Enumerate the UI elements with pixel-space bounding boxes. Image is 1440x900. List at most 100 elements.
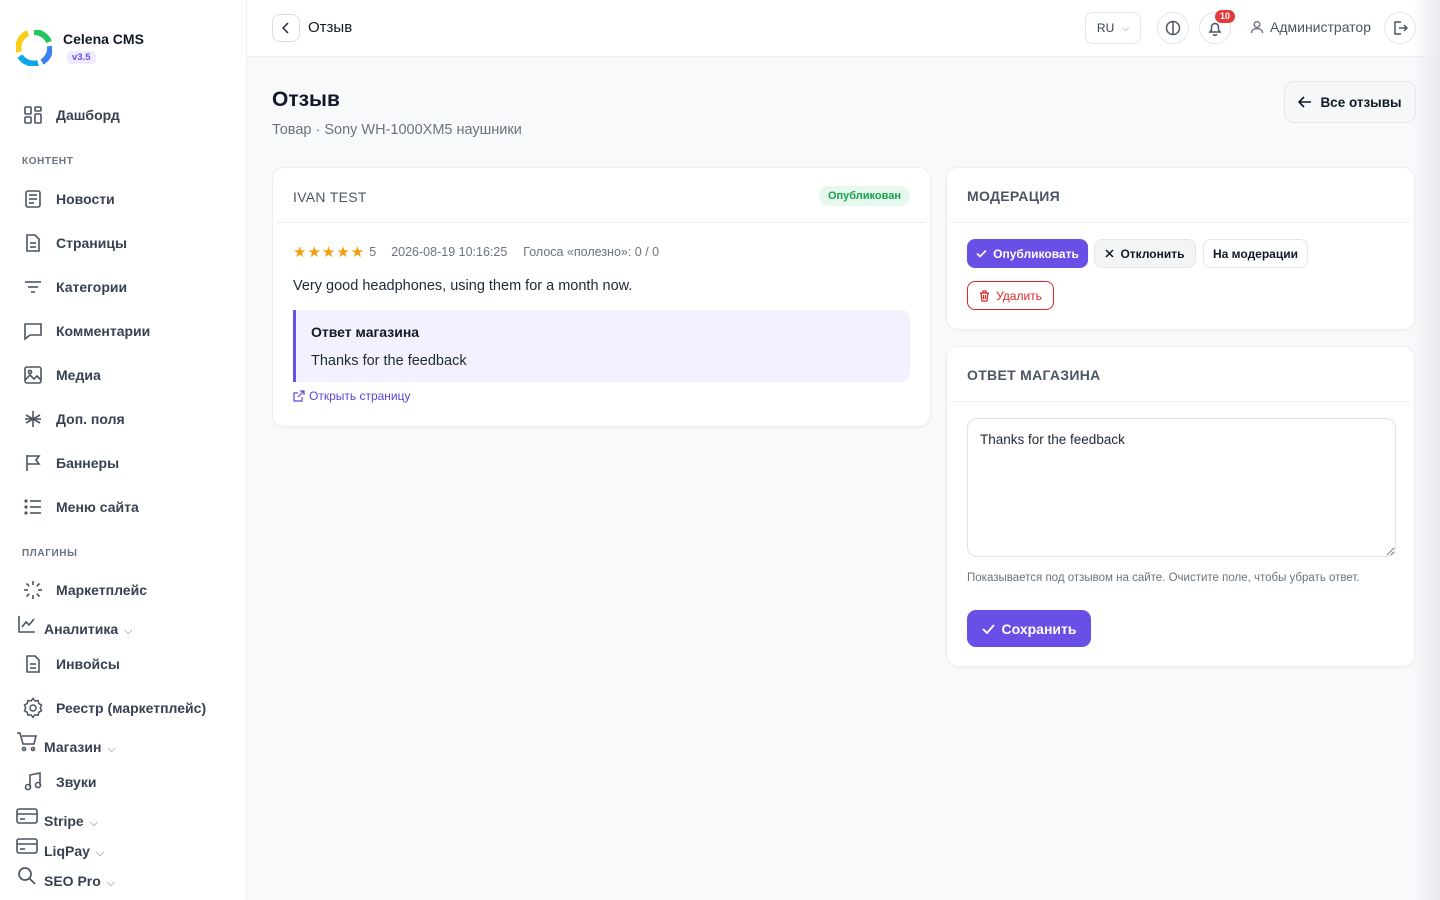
chevron-down-icon: ⌵ — [107, 742, 116, 755]
external-link-icon — [293, 390, 305, 402]
rating-value: 5 — [369, 245, 377, 259]
sidebar-item-site-menu[interactable]: Меню сайта — [22, 495, 139, 519]
sidebar-item-categories[interactable]: Категории — [22, 275, 127, 299]
sidebar-item-label: Доп. поля — [56, 411, 125, 427]
sidebar-item-dashboard[interactable]: Дашборд — [22, 103, 120, 127]
top-bar: Отзыв RU ⌵ 10 Администратор — [247, 0, 1440, 57]
delete-label: Удалить — [996, 288, 1042, 303]
open-page-link[interactable]: Открыть страницу — [293, 389, 411, 403]
moderation-card-header: МОДЕРАЦИЯ — [951, 168, 1410, 223]
sidebar-item-label: Аналитика — [44, 620, 119, 637]
header-title: Отзыв — [308, 19, 353, 36]
sidebar-item-marketplace[interactable]: Маркетплейс — [22, 578, 147, 602]
news-icon — [22, 188, 44, 210]
review-author: IVAN TEST — [293, 189, 367, 205]
review-date: 2026-08-19 10:16:25 — [391, 245, 508, 259]
sidebar-item-news[interactable]: Новости — [22, 187, 115, 211]
status-badge: Опубликован — [818, 186, 910, 206]
review-card-header: IVAN TEST Опубликован — [277, 168, 926, 223]
sidebar-item-registry[interactable]: Реестр (маркетплейс) — [22, 696, 206, 720]
sidebar-item-pages[interactable]: Страницы — [22, 231, 127, 255]
user-menu[interactable]: Администратор — [1250, 19, 1371, 35]
sidebar-item-label: Категории — [56, 279, 128, 295]
publish-label: Опубликовать — [993, 246, 1079, 261]
sidebar-item-label: Stripe — [44, 812, 84, 829]
search-icon — [16, 865, 38, 887]
close-icon — [1105, 249, 1114, 258]
sidebar: Celena CMS v3.5 Дашборд КОНТЕНТ Новости … — [0, 0, 247, 900]
page-subtitle: Товар · Sony WH-1000XM5 наушники — [272, 122, 522, 138]
sidebar-item-invoices[interactable]: Инвойсы — [22, 652, 120, 676]
chevron-down-icon: ⌵ — [89, 816, 99, 829]
chevron-down-icon: ⌵ — [95, 846, 105, 859]
language-value: RU — [1096, 21, 1115, 35]
save-label: Сохранить — [1001, 620, 1077, 637]
trash-icon — [980, 289, 990, 302]
check-icon — [976, 249, 987, 258]
scroll-shadow — [1412, 0, 1440, 900]
sidebar-item-seo-pro[interactable]: SEO Pro ⌵ — [16, 864, 116, 889]
flag-icon — [22, 452, 44, 474]
contrast-icon — [1165, 20, 1181, 36]
helpful-votes: Голоса «полезно»: 0 / 0 — [523, 245, 660, 259]
brand[interactable]: Celena CMS v3.5 — [16, 30, 144, 66]
dashboard-icon — [22, 104, 44, 126]
sidebar-item-analytics[interactable]: Аналитика ⌵ — [16, 612, 133, 637]
reject-label: Отклонить — [1120, 246, 1185, 261]
all-reviews-button[interactable]: Все отзывы — [1284, 81, 1416, 123]
chevron-down-icon: ⌵ — [106, 876, 116, 889]
sidebar-item-label: LiqPay — [44, 842, 90, 859]
brand-name: Celena CMS — [63, 31, 144, 47]
sidebar-item-label: Комментарии — [56, 323, 151, 339]
sidebar-item-liqpay[interactable]: LiqPay ⌵ — [16, 834, 105, 859]
pending-button[interactable]: На модерации — [1203, 239, 1308, 268]
version-badge: v3.5 — [67, 51, 96, 64]
sidebar-item-label: Звуки — [56, 774, 97, 790]
sidebar-item-shop[interactable]: Магазин ⌵ — [16, 730, 116, 755]
gear-icon — [22, 697, 44, 719]
section-plugins: ПЛАГИНЫ — [22, 548, 78, 559]
comment-icon — [22, 320, 44, 342]
sidebar-item-extra-fields[interactable]: Доп. поля — [22, 407, 125, 431]
delete-button[interactable]: Удалить — [967, 281, 1054, 310]
reject-button[interactable]: Отклонить — [1094, 239, 1196, 268]
store-reply-card-header: ОТВЕТ МАГАЗИНА — [951, 347, 1410, 402]
sidebar-item-stripe[interactable]: Stripe ⌵ — [16, 804, 99, 829]
cart-icon — [16, 731, 38, 753]
review-card: IVAN TEST Опубликован ★★★★★ 5 2026-08-19… — [272, 167, 931, 427]
store-reply-box: Ответ магазина Thanks for the feedback — [293, 310, 910, 382]
chevron-down-icon: ⌵ — [1122, 22, 1130, 33]
open-page-label: Открыть страницу — [309, 389, 411, 403]
page-icon — [22, 232, 44, 254]
user-name: Администратор — [1270, 19, 1372, 35]
notification-count-badge: 10 — [1214, 10, 1235, 23]
section-content: КОНТЕНТ — [22, 156, 74, 167]
celena-logo-icon — [16, 30, 52, 66]
card-icon — [16, 835, 38, 857]
logout-icon — [1394, 21, 1408, 35]
sidebar-item-sounds[interactable]: Звуки — [22, 770, 96, 794]
chevron-left-icon — [281, 22, 289, 34]
sidebar-item-media[interactable]: Медиа — [22, 363, 101, 387]
sidebar-item-comments[interactable]: Комментарии — [22, 319, 150, 343]
store-reply-textarea[interactable]: Thanks for the feedback — [967, 418, 1396, 557]
chevron-down-icon: ⌵ — [124, 624, 133, 637]
save-button[interactable]: Сохранить — [967, 610, 1091, 647]
language-select[interactable]: RU ⌵ — [1085, 12, 1141, 44]
store-reply-form-title: ОТВЕТ МАГАЗИНА — [967, 367, 1101, 383]
sidebar-item-label: Реестр (маркетплейс) — [56, 700, 207, 716]
rating-stars: ★★★★★ — [293, 244, 366, 261]
store-reply-text: Thanks for the feedback — [311, 353, 467, 369]
image-icon — [22, 364, 44, 386]
publish-button[interactable]: Опубликовать — [967, 239, 1088, 268]
invoice-icon — [22, 653, 44, 675]
sidebar-item-banners[interactable]: Баннеры — [22, 451, 119, 475]
theme-toggle-button[interactable] — [1157, 12, 1189, 44]
user-icon — [1250, 21, 1264, 34]
list-icon — [22, 496, 44, 518]
sidebar-item-label: Маркетплейс — [56, 582, 147, 598]
notifications-button[interactable]: 10 — [1199, 10, 1235, 44]
sidebar-item-label: Баннеры — [56, 455, 120, 471]
back-button[interactable] — [272, 14, 300, 42]
store-reply-title: Ответ магазина — [311, 324, 420, 340]
